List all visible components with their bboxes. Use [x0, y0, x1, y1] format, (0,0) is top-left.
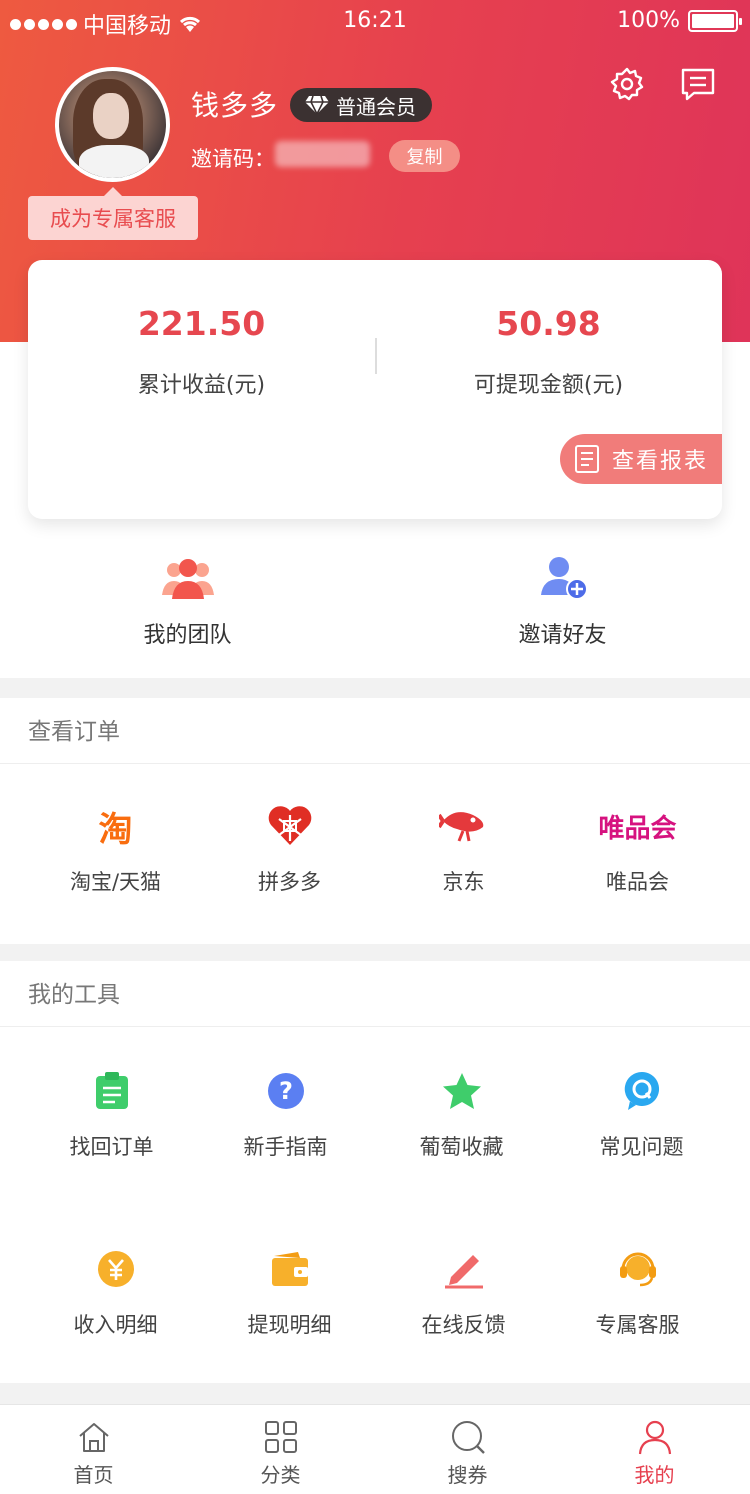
tool-customer-service[interactable]: 专属客服	[550, 1247, 725, 1339]
my-team-label: 我的团队	[143, 623, 232, 648]
tool-faq-label: 常见问题	[599, 1135, 684, 1159]
order-taobao-label: 淘宝/天猫	[69, 870, 162, 894]
invite-friends-button[interactable]: 邀请好友	[375, 555, 750, 649]
clipboard-icon	[24, 1069, 199, 1113]
view-report-button[interactable]: 查看报表	[560, 434, 722, 484]
withdrawable-label: 可提现金额(元)	[473, 373, 624, 398]
tool-customer-service-label: 专属客服	[595, 1313, 680, 1337]
category-icon	[264, 1421, 297, 1453]
order-pinduoduo-label: 拼多多	[258, 870, 321, 894]
withdrawable-amount: 50.98 可提现金额(元)	[375, 304, 722, 399]
settings-icon[interactable]	[609, 66, 645, 102]
feedback-icon	[376, 1247, 551, 1291]
tool-feedback[interactable]: 在线反馈	[376, 1247, 551, 1339]
add-user-icon	[535, 555, 591, 603]
order-jd[interactable]: 京东	[376, 804, 551, 896]
bottom-tab-bar: 首页 分类 搜券 我的	[0, 1404, 750, 1494]
earnings-card: 221.50 累计收益(元) 50.98 可提现金额(元) 查看报表	[28, 260, 722, 519]
tool-withdraw-detail-label: 提现明细	[247, 1313, 332, 1337]
member-level-badge: 普通会员	[290, 88, 432, 122]
order-taobao[interactable]: 淘 淘宝/天猫	[28, 804, 203, 896]
profile-icon	[638, 1420, 671, 1455]
view-report-label: 查看报表	[612, 449, 709, 474]
tool-income-detail-label: 收入明细	[73, 1313, 158, 1337]
tool-beginner-guide-label: 新手指南	[243, 1135, 328, 1159]
tool-faq[interactable]: 常见问题	[554, 1069, 729, 1161]
order-pinduoduo[interactable]: 拼多多	[202, 804, 377, 896]
tool-favorites-label: 葡萄收藏	[419, 1135, 504, 1159]
tab-home[interactable]: 首页	[0, 1419, 187, 1488]
yuan-icon	[28, 1247, 203, 1291]
total-income-value: 221.50	[137, 304, 266, 343]
total-income-label: 累计收益(元)	[137, 373, 266, 398]
tool-feedback-label: 在线反馈	[421, 1313, 506, 1337]
message-icon[interactable]	[680, 66, 716, 102]
vipshop-icon: 唯品会	[598, 813, 677, 844]
wallet-icon	[202, 1247, 377, 1291]
diamond-icon	[305, 95, 329, 115]
invite-code-label: 邀请码：	[191, 147, 275, 171]
jd-icon	[376, 804, 551, 848]
total-income: 221.50 累计收益(元)	[28, 304, 375, 399]
order-vipshop-label: 唯品会	[606, 870, 669, 894]
tab-profile-label: 我的	[634, 1463, 675, 1487]
tag-pointer	[104, 187, 122, 196]
team-icon	[160, 555, 216, 603]
battery-percent: 100%	[617, 8, 680, 33]
tools-section: 我的工具 找回订单 ? 新手指南 葡萄收藏 常见问题 收入明细 提现明细 在线反…	[0, 961, 750, 1383]
copy-invite-button[interactable]: 复制	[389, 140, 460, 172]
search-icon	[451, 1421, 485, 1454]
order-jd-label: 京东	[442, 870, 485, 894]
help-icon: ?	[198, 1069, 373, 1113]
my-team-button[interactable]: 我的团队	[0, 555, 375, 649]
tool-withdraw-detail[interactable]: 提现明细	[202, 1247, 377, 1339]
tool-recover-order-label: 找回订单	[69, 1135, 154, 1159]
tab-category-label: 分类	[260, 1463, 301, 1487]
invite-friends-label: 邀请好友	[518, 623, 607, 648]
faq-icon	[554, 1069, 729, 1113]
orders-section-title: 查看订单	[0, 698, 750, 764]
tool-beginner-guide[interactable]: ? 新手指南	[198, 1069, 373, 1161]
orders-section: 查看订单 淘 淘宝/天猫 拼多多 京东 唯品会 唯品会	[0, 698, 750, 944]
report-icon	[575, 445, 599, 473]
member-level-label: 普通会员	[336, 94, 416, 119]
tab-category[interactable]: 分类	[187, 1419, 374, 1488]
tab-search-coupons-label: 搜券	[447, 1463, 488, 1487]
headset-icon	[550, 1247, 725, 1291]
status-bar: 中国移动 16:21 100%	[0, 0, 750, 44]
invite-code-value	[275, 141, 370, 167]
battery-icon	[688, 9, 742, 32]
tools-section-title: 我的工具	[0, 961, 750, 1027]
home-icon	[78, 1423, 109, 1452]
tool-favorites[interactable]: 葡萄收藏	[374, 1069, 549, 1161]
tab-search-coupons[interactable]: 搜券	[374, 1419, 561, 1488]
tab-profile[interactable]: 我的	[561, 1419, 748, 1488]
svg-text:?: ?	[279, 1077, 293, 1105]
order-vipshop[interactable]: 唯品会 唯品会	[550, 804, 725, 896]
withdrawable-value: 50.98	[496, 304, 601, 343]
taobao-icon: 淘	[98, 809, 133, 850]
username: 钱多多	[191, 89, 279, 122]
star-icon	[374, 1069, 549, 1113]
avatar[interactable]	[55, 67, 170, 182]
tab-home-label: 首页	[73, 1463, 114, 1487]
pinduoduo-icon	[202, 804, 377, 848]
tool-recover-order[interactable]: 找回订单	[24, 1069, 199, 1161]
tool-income-detail[interactable]: 收入明细	[28, 1247, 203, 1339]
become-service-button[interactable]: 成为专属客服	[28, 196, 198, 240]
